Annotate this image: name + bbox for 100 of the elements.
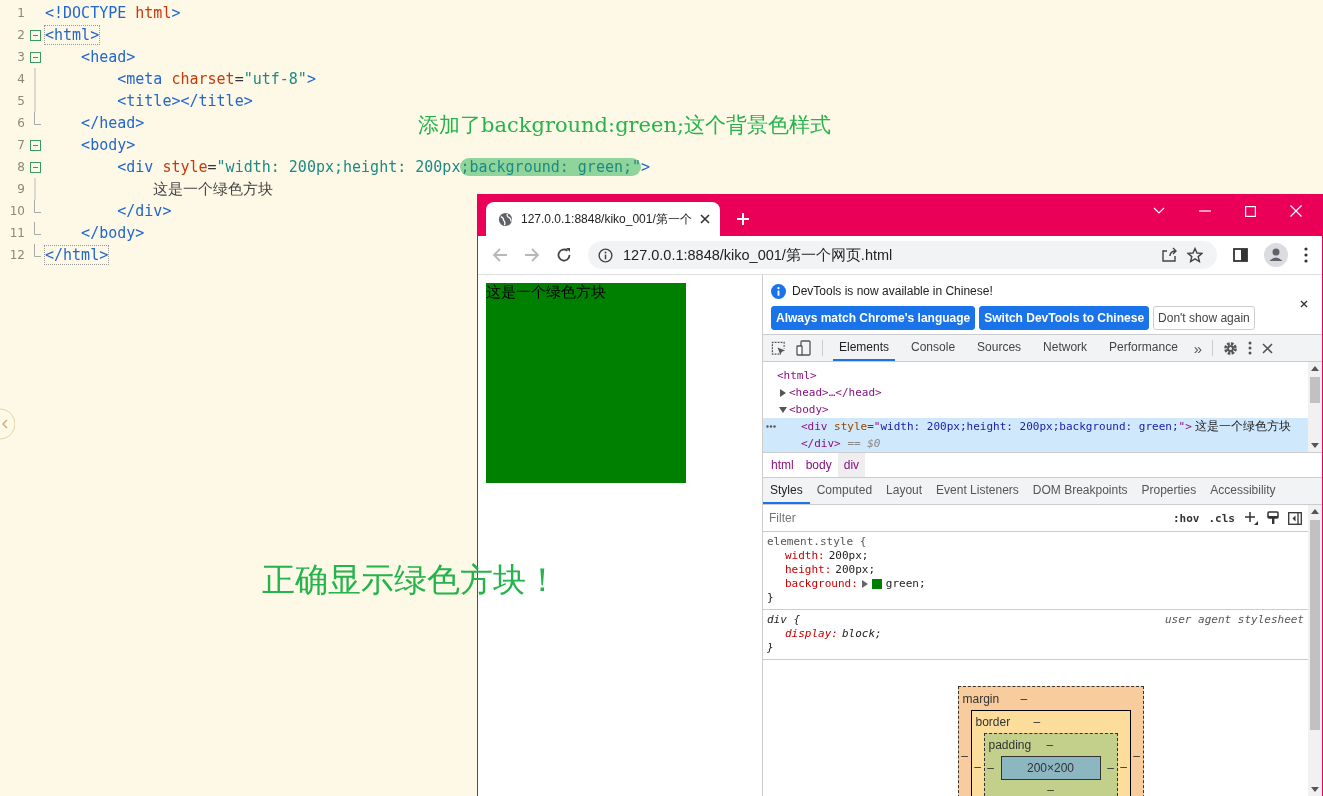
box-label: padding bbox=[988, 738, 1033, 752]
code-token: <!DOCTYPE bbox=[45, 4, 128, 22]
plus-icon[interactable] bbox=[1244, 511, 1258, 525]
code-token: = bbox=[234, 70, 244, 88]
fold-toggle-icon[interactable] bbox=[29, 51, 41, 63]
box-value: – bbox=[1047, 783, 1054, 796]
info-icon[interactable] bbox=[598, 247, 613, 263]
css-property[interactable]: height: bbox=[785, 563, 832, 577]
code-token: <body> bbox=[80, 136, 136, 154]
scrollbar[interactable] bbox=[1308, 505, 1322, 796]
fold-guide-icon bbox=[34, 178, 36, 200]
dom-node[interactable]: <div style="width: 200px;height: 200px;background: green;"> 这是一个绿色方块 </div> == $0 bbox=[763, 418, 1308, 452]
more-tabs-button[interactable]: » bbox=[1193, 339, 1203, 357]
dom-node[interactable]: <body> bbox=[763, 401, 1308, 418]
collapse-handle-icon[interactable] bbox=[0, 408, 15, 440]
fold-toggle-icon[interactable] bbox=[29, 161, 41, 173]
fold-toggle-icon[interactable] bbox=[29, 139, 41, 151]
sidebar-tab[interactable]: Event Listeners bbox=[929, 478, 1026, 504]
new-tab-icon[interactable] bbox=[735, 212, 750, 226]
sidebar-tab[interactable]: DOM Breakpoints bbox=[1025, 478, 1135, 504]
expanded-triangle-icon[interactable] bbox=[779, 405, 787, 414]
css-property[interactable]: display: bbox=[785, 627, 838, 641]
dom-node[interactable]: <head>…</head> bbox=[763, 384, 1308, 401]
box-value: – bbox=[1132, 749, 1141, 763]
sidebar-tab[interactable]: Layout bbox=[879, 478, 930, 504]
breadcrumb[interactable]: body bbox=[799, 453, 838, 477]
browser-tab[interactable]: 127.0.0.1:8848/kiko_001/第一个 bbox=[486, 202, 720, 236]
rule-source: user agent stylesheet bbox=[1164, 613, 1304, 627]
fold-end-icon bbox=[34, 244, 41, 257]
side-panel-icon[interactable] bbox=[1233, 248, 1248, 262]
paint-brush-icon[interactable] bbox=[1267, 511, 1279, 525]
code-token: <head> bbox=[80, 48, 136, 66]
collapsed-triangle-icon[interactable] bbox=[779, 388, 787, 397]
infobar-button[interactable]: Don't show again bbox=[1153, 306, 1255, 330]
infobar-button[interactable]: Always match Chrome's language bbox=[771, 306, 976, 330]
menu-icon[interactable] bbox=[1304, 247, 1308, 263]
settings-icon[interactable] bbox=[1223, 340, 1239, 356]
code-token: style bbox=[161, 158, 208, 176]
css-value[interactable]: green; bbox=[885, 577, 926, 591]
address-bar[interactable]: 127.0.0.1:8848/kiko_001/第一个网页.html bbox=[588, 241, 1217, 269]
line-number: 12 bbox=[8, 248, 25, 262]
sidebar-tab[interactable]: Properties bbox=[1134, 478, 1204, 504]
scroll-down-icon[interactable] bbox=[1311, 787, 1319, 792]
line-number: 10 bbox=[8, 204, 25, 218]
sidebar-tab[interactable]: Accessibility bbox=[1203, 478, 1283, 504]
ellipsis-icon[interactable] bbox=[766, 425, 776, 428]
scrollbar-thumb[interactable] bbox=[1310, 520, 1320, 730]
code-token: <title></title> bbox=[116, 92, 253, 110]
star-icon[interactable] bbox=[1187, 247, 1203, 263]
scroll-up-icon[interactable] bbox=[1311, 509, 1319, 514]
reload-icon[interactable] bbox=[556, 247, 572, 263]
code-token: </body> bbox=[80, 224, 145, 242]
scroll-up-icon[interactable] bbox=[1311, 366, 1319, 371]
sidebar-tab[interactable]: Computed bbox=[809, 478, 880, 504]
chevron-down-icon[interactable] bbox=[1153, 207, 1165, 215]
css-property[interactable]: width: bbox=[785, 549, 825, 563]
close-icon[interactable] bbox=[1262, 342, 1274, 354]
line-number: 7 bbox=[16, 138, 25, 152]
close-icon[interactable] bbox=[699, 214, 710, 224]
css-property[interactable]: background: bbox=[785, 577, 858, 591]
box-value: – bbox=[1119, 760, 1128, 774]
color-swatch[interactable] bbox=[871, 579, 882, 589]
breadcrumb[interactable]: div bbox=[837, 453, 866, 477]
infobar-button[interactable]: Switch DevTools to Chinese bbox=[979, 306, 1150, 330]
expand-triangle-icon[interactable] bbox=[861, 580, 868, 588]
close-icon[interactable] bbox=[1300, 300, 1308, 308]
panel-tab[interactable]: Sources bbox=[971, 335, 1028, 361]
share-icon[interactable] bbox=[1161, 247, 1177, 263]
maximize-icon[interactable] bbox=[1245, 205, 1256, 217]
panel-tab[interactable]: Network bbox=[1037, 335, 1094, 361]
device-toolbar-icon[interactable] bbox=[796, 340, 812, 356]
css-value[interactable]: 200px; bbox=[828, 549, 869, 563]
code-token: <meta bbox=[116, 70, 163, 88]
fold-toggle-icon[interactable] bbox=[29, 29, 41, 41]
scrollbar[interactable] bbox=[1308, 362, 1322, 452]
annotation-text: 添加了background:green;这个背景色样式 bbox=[418, 112, 832, 139]
profile-avatar-icon[interactable] bbox=[1264, 243, 1288, 267]
dom-node[interactable]: <html> bbox=[763, 367, 1308, 384]
css-value[interactable]: block; bbox=[842, 627, 882, 641]
box-value: – bbox=[1106, 761, 1115, 775]
code-token: <div bbox=[116, 158, 154, 176]
toggle-button[interactable]: .cls bbox=[1208, 511, 1235, 525]
scrollbar-thumb[interactable] bbox=[1310, 377, 1320, 403]
menu-icon[interactable] bbox=[1248, 341, 1253, 355]
code-token: <html> bbox=[45, 26, 100, 44]
sidebar-toggle-icon[interactable] bbox=[1288, 511, 1302, 525]
css-value[interactable]: 200px; bbox=[835, 563, 876, 577]
sidebar-tab[interactable]: Styles bbox=[763, 478, 810, 504]
scroll-down-icon[interactable] bbox=[1311, 443, 1319, 448]
css-selector: div { bbox=[767, 613, 801, 627]
page-text: 这是一个绿色方块 bbox=[486, 283, 606, 300]
code-token: charset bbox=[170, 70, 235, 88]
panel-tab[interactable]: Elements bbox=[833, 335, 896, 361]
inspect-element-icon[interactable] bbox=[771, 340, 786, 356]
panel-tab[interactable]: Performance bbox=[1103, 335, 1184, 361]
toggle-button[interactable]: :hov bbox=[1173, 511, 1200, 525]
breadcrumb[interactable]: html bbox=[765, 453, 800, 477]
panel-tab[interactable]: Console bbox=[905, 335, 962, 361]
box-label: border bbox=[975, 715, 1012, 729]
code-token: > bbox=[641, 158, 651, 176]
